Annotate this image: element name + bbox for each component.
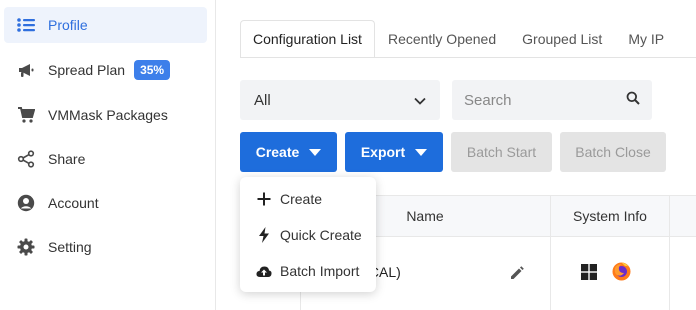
search-icon[interactable] (626, 91, 640, 110)
share-icon (17, 150, 35, 168)
group-filter-value: All (254, 91, 271, 109)
column-divider (669, 195, 670, 310)
menu-item-quick-create[interactable]: Quick Create (240, 217, 376, 253)
sidebar-item-share[interactable]: Share (4, 141, 207, 177)
search-box (452, 80, 652, 120)
tab-bar: Configuration List Recently Opened Group… (240, 20, 677, 57)
sidebar-item-label: Account (48, 195, 99, 211)
caret-down-icon (415, 148, 428, 156)
tab-configuration-list[interactable]: Configuration List (240, 20, 375, 57)
batch-start-button[interactable]: Batch Start (451, 132, 552, 172)
batch-close-button[interactable]: Batch Close (560, 132, 666, 172)
bolt-icon (256, 227, 272, 243)
export-button-label: Export (360, 144, 406, 160)
create-button-label: Create (255, 144, 300, 160)
sidebar-item-label: Setting (48, 239, 92, 255)
sidebar-item-setting[interactable]: Setting (4, 229, 207, 265)
cart-icon (17, 106, 35, 124)
menu-item-label: Batch Import (280, 263, 360, 279)
sidebar-item-label: Profile (48, 17, 88, 33)
sidebar-item-label: Share (48, 151, 86, 167)
sidebar-item-vmmask-packages[interactable]: VMMask Packages (4, 97, 207, 133)
create-button[interactable]: Create (240, 132, 337, 172)
chevron-down-icon (414, 92, 426, 109)
edit-icon[interactable] (509, 265, 525, 281)
sidebar-item-spread-plan[interactable]: Spread Plan 35% (4, 52, 207, 88)
tab-divider (240, 57, 696, 58)
gear-icon (17, 238, 35, 256)
tab-grouped-list[interactable]: Grouped List (509, 20, 615, 57)
user-icon (17, 194, 35, 212)
list-icon (17, 16, 35, 34)
progress-badge: 35% (134, 60, 171, 80)
sidebar-item-label: VMMask Packages (48, 107, 168, 123)
caret-down-icon (309, 148, 322, 156)
windows-icon (581, 264, 597, 280)
menu-item-label: Quick Create (280, 227, 362, 243)
menu-item-label: Create (280, 191, 323, 207)
tab-my-ip[interactable]: My IP (615, 20, 677, 57)
tab-recently-opened[interactable]: Recently Opened (375, 20, 509, 57)
plus-icon (256, 191, 272, 207)
sidebar-item-account[interactable]: Account (4, 185, 207, 221)
column-divider (550, 195, 551, 310)
export-button[interactable]: Export (345, 132, 443, 172)
firefox-icon (612, 262, 631, 281)
column-header-system-info[interactable]: System Info (551, 196, 669, 236)
cloud-upload-icon (256, 263, 272, 279)
search-input[interactable] (464, 91, 626, 109)
menu-item-batch-import[interactable]: Batch Import (240, 253, 376, 289)
megaphone-icon (17, 61, 35, 79)
sidebar-item-label: Spread Plan (48, 62, 126, 78)
sidebar-item-profile[interactable]: Profile (4, 7, 207, 43)
menu-item-create[interactable]: Create (240, 181, 376, 217)
group-filter-select[interactable]: All (240, 80, 440, 120)
create-dropdown-menu: Create Quick Create Batch Import (240, 177, 376, 292)
sidebar: Profile Spread Plan 35% VMMask Packages … (0, 0, 216, 310)
